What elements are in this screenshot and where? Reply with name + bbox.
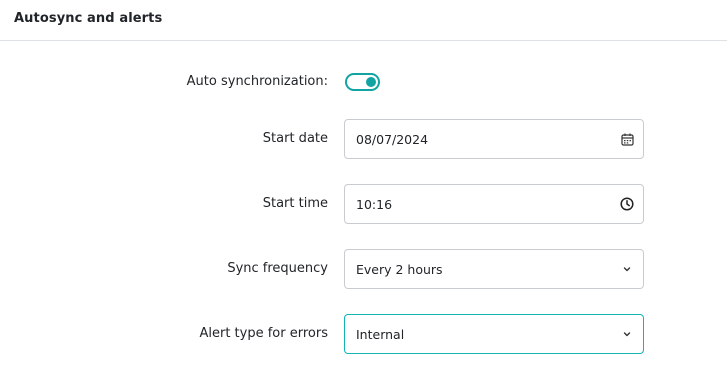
- auto-sync-toggle[interactable]: [345, 73, 380, 91]
- sync-frequency-label: Sync frequency: [227, 261, 328, 276]
- toggle-knob: [366, 77, 376, 87]
- start-date-value: 08/07/2024: [356, 132, 429, 147]
- alert-type-select[interactable]: Internal: [344, 314, 644, 354]
- section-header: Autosync and alerts: [0, 0, 727, 41]
- start-date-label: Start date: [262, 131, 328, 146]
- chevron-down-icon: [619, 326, 635, 342]
- start-date-field[interactable]: 08/07/2024: [344, 119, 644, 159]
- sync-frequency-value: Every 2 hours: [356, 262, 443, 277]
- auto-sync-label: Auto synchronization:: [186, 74, 328, 89]
- alert-type-value: Internal: [356, 327, 405, 342]
- start-time-value: 10:16: [356, 197, 393, 212]
- alert-type-label: Alert type for errors: [199, 326, 328, 341]
- section-title: Autosync and alerts: [14, 11, 163, 26]
- chevron-down-icon: [619, 261, 635, 277]
- sync-frequency-select[interactable]: Every 2 hours: [344, 249, 644, 289]
- start-time-label: Start time: [262, 196, 328, 211]
- calendar-icon[interactable]: [619, 131, 635, 147]
- start-time-field[interactable]: 10:16: [344, 184, 644, 224]
- clock-icon[interactable]: [619, 196, 635, 212]
